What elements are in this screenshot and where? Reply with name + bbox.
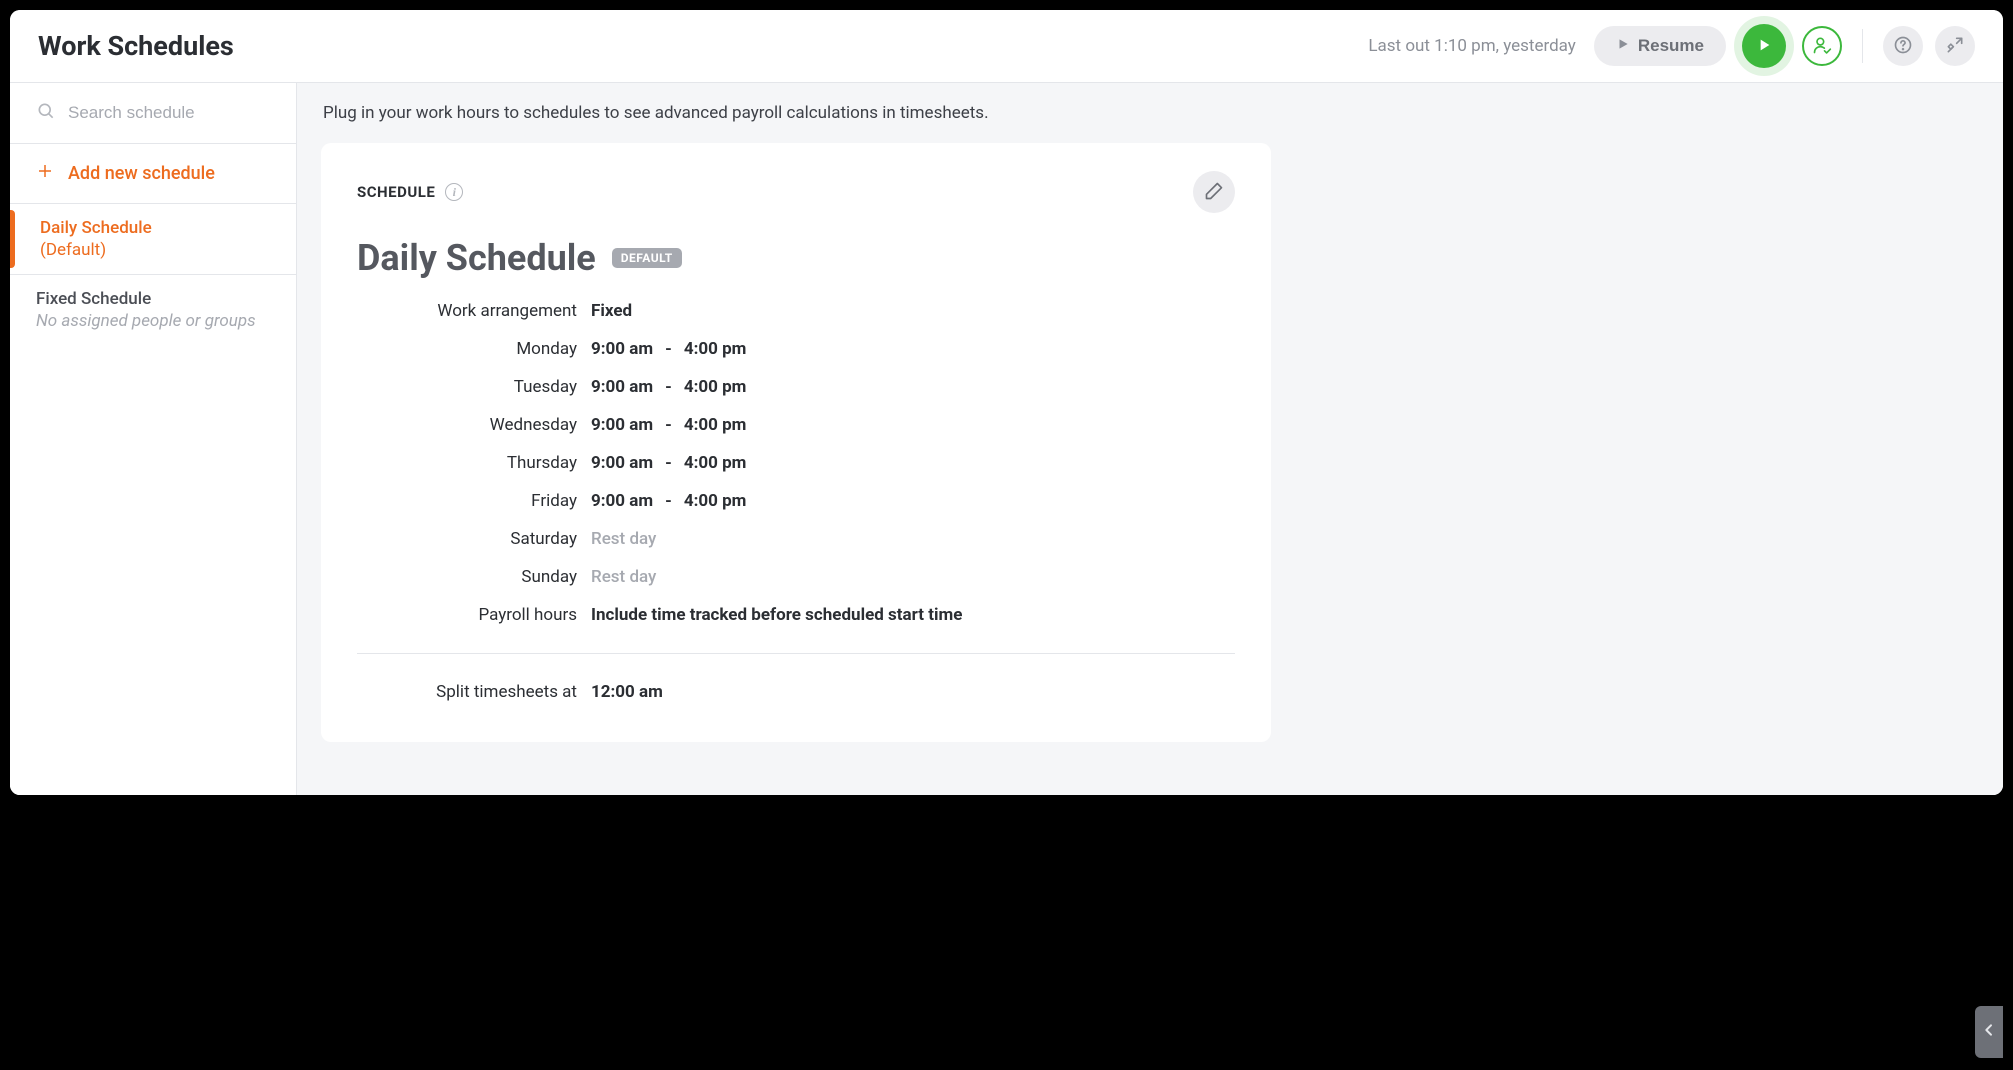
section-label: SCHEDULE	[357, 183, 435, 201]
page-title: Work Schedules	[38, 30, 234, 62]
divider	[1862, 29, 1863, 63]
day-times: 9:00 am - 4:00 pm	[591, 339, 1235, 359]
day-label: Wednesday	[357, 415, 577, 435]
dash: -	[665, 377, 672, 397]
search-row[interactable]	[10, 83, 296, 144]
add-schedule-label: Add new schedule	[68, 163, 215, 184]
sidebar-item-subtitle: (Default)	[40, 240, 270, 260]
day-label: Tuesday	[357, 377, 577, 397]
rest-day: Rest day	[591, 567, 1235, 587]
main: Plug in your work hours to schedules to …	[297, 83, 2003, 795]
last-out-text: Last out 1:10 pm, yesterday	[1368, 36, 1575, 56]
day-label: Friday	[357, 491, 577, 511]
start-time: 9:00 am	[591, 491, 653, 511]
sidebar-item-title: Daily Schedule	[40, 218, 270, 238]
day-label: Saturday	[357, 529, 577, 549]
help-icon	[1893, 35, 1913, 58]
dash: -	[665, 453, 672, 473]
start-time: 9:00 am	[591, 453, 653, 473]
user-check-icon	[1812, 35, 1832, 58]
day-times: 9:00 am - 4:00 pm	[591, 415, 1235, 435]
day-times: 9:00 am - 4:00 pm	[591, 377, 1235, 397]
sidebar: Add new schedule Daily Schedule (Default…	[10, 83, 297, 795]
resume-button[interactable]: Resume	[1594, 26, 1726, 66]
payroll-label: Payroll hours	[357, 605, 577, 625]
start-time: 9:00 am	[591, 415, 653, 435]
search-icon	[36, 101, 56, 125]
chevron-left-icon	[1981, 1020, 1997, 1044]
end-time: 4:00 pm	[684, 453, 747, 473]
schedule-card: SCHEDULE i Daily Schedule DEFAULT	[321, 143, 1271, 742]
start-timer-button[interactable]	[1742, 24, 1786, 68]
play-icon	[1616, 36, 1630, 56]
payroll-value: Include time tracked before scheduled st…	[591, 605, 1235, 625]
sidebar-item-daily-schedule[interactable]: Daily Schedule (Default)	[10, 204, 296, 275]
schedule-title: Daily Schedule	[357, 237, 596, 279]
dash: -	[665, 415, 672, 435]
day-times: 9:00 am - 4:00 pm	[591, 453, 1235, 473]
lead-text: Plug in your work hours to schedules to …	[323, 103, 1979, 123]
default-badge: DEFAULT	[612, 248, 682, 268]
arrangement-value: Fixed	[591, 301, 1235, 321]
header: Work Schedules Last out 1:10 pm, yesterd…	[10, 10, 2003, 83]
sidebar-item-subtitle: No assigned people or groups	[36, 311, 270, 331]
end-time: 4:00 pm	[684, 415, 747, 435]
day-label: Thursday	[357, 453, 577, 473]
start-time: 9:00 am	[591, 339, 653, 359]
schedule-grid: Work arrangement Fixed Monday 9:00 am - …	[357, 301, 1235, 625]
add-schedule-button[interactable]: Add new schedule	[10, 144, 296, 204]
search-input[interactable]	[68, 103, 270, 123]
header-actions: Last out 1:10 pm, yesterday Resume	[1368, 24, 1975, 68]
info-icon[interactable]: i	[445, 183, 463, 201]
tools-icon	[1945, 35, 1965, 58]
sidebar-item-title: Fixed Schedule	[36, 289, 270, 309]
dash: -	[665, 491, 672, 511]
edit-button[interactable]	[1193, 171, 1235, 213]
help-button[interactable]	[1883, 26, 1923, 66]
day-times: 9:00 am - 4:00 pm	[591, 491, 1235, 511]
collapse-panel-button[interactable]	[1975, 1006, 2003, 1058]
split-value: 12:00 am	[591, 682, 1235, 702]
split-grid: Split timesheets at 12:00 am	[357, 682, 1235, 702]
plus-icon	[36, 162, 54, 185]
end-time: 4:00 pm	[684, 339, 747, 359]
settings-button[interactable]	[1935, 26, 1975, 66]
divider	[357, 653, 1235, 654]
day-label: Sunday	[357, 567, 577, 587]
sidebar-item-fixed-schedule[interactable]: Fixed Schedule No assigned people or gro…	[10, 275, 296, 345]
day-label: Monday	[357, 339, 577, 359]
end-time: 4:00 pm	[684, 491, 747, 511]
body: Add new schedule Daily Schedule (Default…	[10, 83, 2003, 795]
user-checkin-button[interactable]	[1802, 26, 1842, 66]
dash: -	[665, 339, 672, 359]
rest-day: Rest day	[591, 529, 1235, 549]
pencil-icon	[1204, 181, 1224, 204]
resume-label: Resume	[1638, 36, 1704, 56]
split-label: Split timesheets at	[357, 682, 577, 702]
play-icon	[1756, 37, 1772, 56]
arrangement-label: Work arrangement	[357, 301, 577, 321]
start-time: 9:00 am	[591, 377, 653, 397]
end-time: 4:00 pm	[684, 377, 747, 397]
